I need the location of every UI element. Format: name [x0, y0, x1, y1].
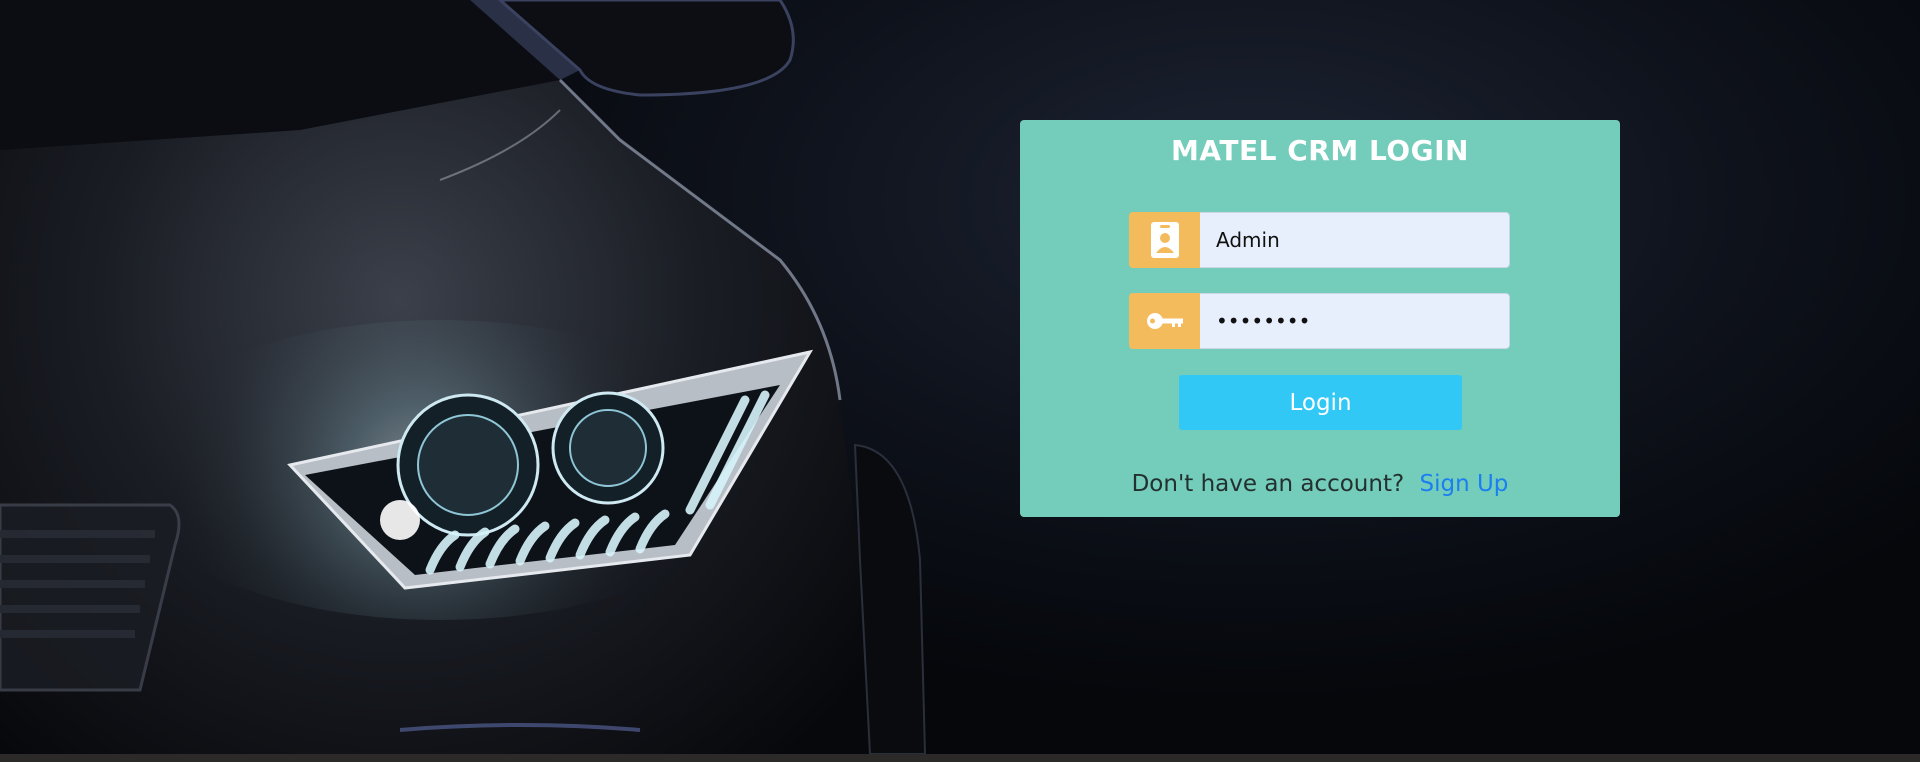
password-field-group	[1129, 293, 1510, 349]
login-title: MATEL CRM LOGIN	[1171, 134, 1469, 167]
signup-link[interactable]: Sign Up	[1419, 471, 1508, 497]
key-icon	[1129, 293, 1200, 349]
bottom-bar	[0, 754, 1920, 762]
id-badge-icon	[1129, 212, 1200, 268]
password-input[interactable]	[1200, 293, 1510, 349]
username-field-group	[1129, 212, 1510, 268]
username-input[interactable]	[1200, 212, 1510, 268]
signup-row: Don't have an account? Sign Up	[1020, 471, 1620, 497]
login-button[interactable]: Login	[1179, 375, 1462, 430]
login-card: MATEL CRM LOGIN Login Don't have an	[1020, 120, 1620, 517]
signup-prompt: Don't have an account?	[1131, 471, 1405, 497]
car-headlight-illustration	[0, 0, 927, 754]
hero-car-image	[0, 0, 1920, 754]
